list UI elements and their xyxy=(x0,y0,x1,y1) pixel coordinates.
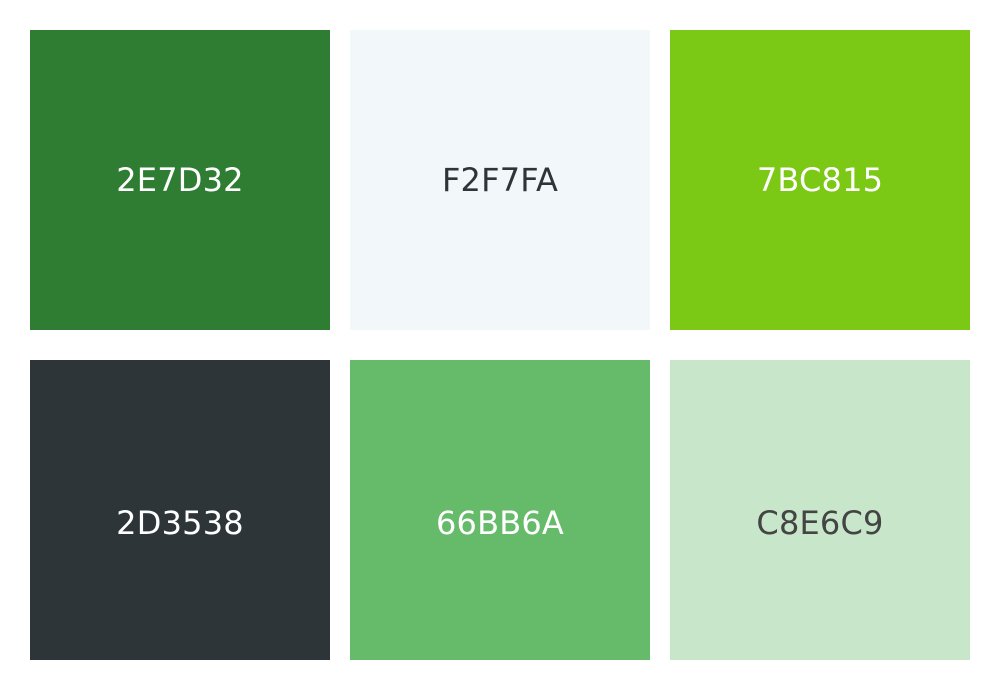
swatch-hex-label: 2E7D32 xyxy=(116,161,244,199)
color-palette: 2E7D32 F2F7FA 7BC815 2D3538 66BB6A C8E6C… xyxy=(0,0,1000,700)
color-swatch: 7BC815 xyxy=(670,30,970,330)
color-swatch: F2F7FA xyxy=(350,30,650,330)
swatch-hex-label: 66BB6A xyxy=(435,504,565,542)
color-swatch: 2E7D32 xyxy=(30,30,330,330)
swatch-hex-label: F2F7FA xyxy=(441,161,559,199)
swatch-hex-label: 2D3538 xyxy=(116,504,244,542)
swatch-hex-label: 7BC815 xyxy=(756,161,884,199)
color-swatch: 66BB6A xyxy=(350,360,650,660)
color-swatch: 2D3538 xyxy=(30,360,330,660)
color-swatch: C8E6C9 xyxy=(670,360,970,660)
swatch-hex-label: C8E6C9 xyxy=(756,504,884,542)
